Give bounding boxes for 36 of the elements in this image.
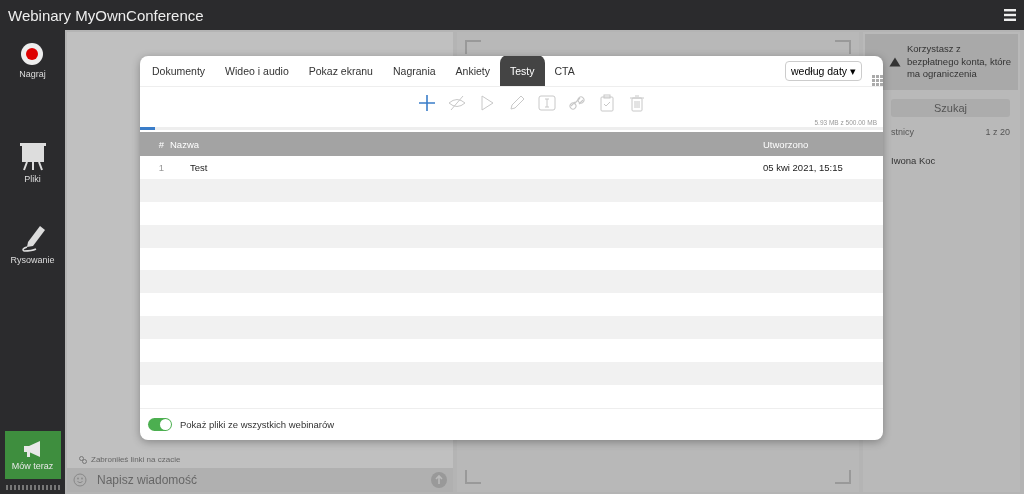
column-header: Utworzono bbox=[763, 138, 810, 150]
toggle-switch[interactable] bbox=[148, 417, 172, 431]
audio-meter bbox=[5, 485, 60, 490]
smiley-icon[interactable] bbox=[73, 473, 87, 487]
send-icon[interactable] bbox=[431, 472, 447, 488]
table-cell-text: 05 kwi 2021, 15:15 bbox=[763, 162, 844, 174]
tab[interactable]: Testy bbox=[500, 56, 545, 86]
message-bar[interactable]: Napisz wiadomość bbox=[67, 468, 453, 492]
tab[interactable]: CTA bbox=[544, 56, 585, 86]
table-cell-text: Test bbox=[189, 162, 209, 174]
toggle-label: Pokaż pliki ze wszystkich webinarów bbox=[180, 418, 335, 430]
participants-count: 1 z 20 bbox=[985, 127, 1010, 137]
grid-view-icon[interactable] bbox=[872, 75, 883, 86]
sidebar-label[interactable]: Nagraj bbox=[19, 69, 46, 79]
window-title: Webinary MyOwnConference bbox=[8, 6, 204, 24]
sidebar-label[interactable]: Pliki bbox=[24, 174, 41, 184]
column-header: Nazwa bbox=[170, 138, 201, 150]
tab[interactable]: Pokaz ekranu bbox=[298, 56, 383, 86]
warning-banner: Korzystasz z bezpłatnego konta, które ma ograniczenia bbox=[865, 34, 1018, 90]
chat-notice: Zabroniłeś linki na czacie bbox=[91, 455, 181, 464]
link-icon bbox=[79, 455, 87, 464]
participants-label: stnicy bbox=[891, 127, 914, 137]
record-icon[interactable] bbox=[20, 42, 45, 66]
easel-icon[interactable] bbox=[18, 141, 47, 171]
tab[interactable]: Dokumenty bbox=[142, 56, 216, 86]
tab[interactable]: Nagrania bbox=[382, 56, 446, 86]
table-cell-text: 1 bbox=[157, 162, 165, 174]
add-icon[interactable] bbox=[417, 94, 436, 113]
tab[interactable]: Wideo i audio bbox=[215, 56, 299, 86]
message-field[interactable]: Napisz wiadomość bbox=[95, 469, 423, 491]
menu-icon[interactable] bbox=[1004, 9, 1016, 21]
tab[interactable]: Ankiety bbox=[445, 56, 500, 86]
sidebar-label[interactable]: Rysowanie bbox=[10, 255, 55, 265]
sort-dropdown[interactable]: według daty ▾ bbox=[785, 61, 862, 81]
speak-button[interactable]: Mów teraz bbox=[4, 431, 61, 479]
column-header: # bbox=[157, 138, 165, 150]
